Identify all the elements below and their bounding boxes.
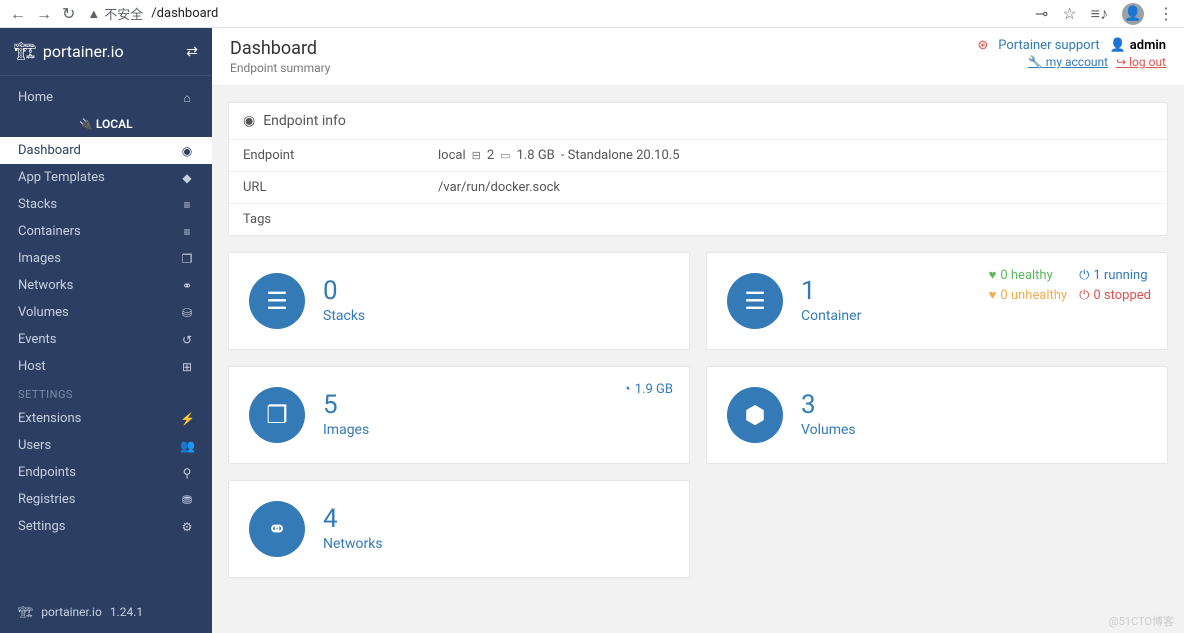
crane-icon: 🏗	[14, 41, 37, 62]
playlist-icon[interactable]: ≡♪	[1091, 4, 1108, 24]
page-title: Dashboard	[230, 38, 330, 59]
bolt-icon: ⚡	[180, 412, 194, 426]
logout-link[interactable]: ↪ log out	[1116, 55, 1166, 69]
home-icon: ⌂	[180, 91, 194, 105]
user-icon: 👤	[1110, 38, 1126, 53]
forward-button[interactable]: →	[36, 4, 52, 24]
back-button[interactable]: ←	[10, 4, 26, 24]
crane-icon: 🏗	[18, 605, 33, 619]
sidebar-item-endpoints[interactable]: Endpoints⚲	[0, 459, 212, 486]
sidebar-item-containers[interactable]: Containers≡	[0, 218, 212, 245]
panel-title: Endpoint info	[263, 113, 346, 129]
th-icon: ⊞	[180, 360, 194, 374]
container-status: ♥0 healthy ⏻1 running ♥0 unhealthy ⏻0 st…	[989, 267, 1151, 303]
key-icon[interactable]: ⊸	[1035, 4, 1048, 23]
pie-icon: ◔	[623, 381, 631, 397]
tachometer-icon: ◉	[180, 144, 194, 158]
sidebar-item-volumes[interactable]: Volumes⛁	[0, 299, 212, 326]
heartbeat-icon: ♥	[989, 267, 997, 283]
support-link[interactable]: Portainer support	[998, 38, 1099, 53]
sidebar-item-events[interactable]: Events↺	[0, 326, 212, 353]
cubes-icon: ⬢	[727, 387, 783, 443]
sidebar-item-dashboard[interactable]: Dashboard◉	[0, 137, 212, 164]
sidebar-item-extensions[interactable]: Extensions⚡	[0, 405, 212, 432]
browser-toolbar: ← → ↻ ▲ 不安全 /dashboard ⊸ ☆ ≡♪ 👤 ⋮	[0, 0, 1184, 28]
reload-button[interactable]: ↻	[62, 4, 75, 24]
sidebar-item-stacks[interactable]: Stacks≡	[0, 191, 212, 218]
sidebar-item-settings[interactable]: Settings⚙	[0, 513, 212, 540]
sidebar-item-users[interactable]: Users👥	[0, 432, 212, 459]
sidebar-section-settings: SETTINGS	[0, 380, 212, 405]
page-header: Dashboard Endpoint summary ⊛ Portainer s…	[212, 28, 1184, 86]
sidebar-item-host[interactable]: Host⊞	[0, 353, 212, 380]
images-size: ◔1.9 GB	[623, 381, 673, 397]
tile-images[interactable]: ❐ 5 Images ◔1.9 GB	[228, 366, 690, 464]
tachometer-icon: ◉	[243, 113, 255, 129]
sidebar-item-app-templates[interactable]: App Templates◆	[0, 164, 212, 191]
users-icon: 👥	[180, 439, 194, 453]
sidebar: 🏗portainer.io ⇄ Home⌂ LOCAL Dashboard◉ A…	[0, 28, 212, 633]
heartbeat-icon: ♥	[989, 287, 997, 303]
watermark: @51CTO博客	[1109, 613, 1174, 629]
server-icon: ☰	[727, 273, 783, 329]
plug-icon: ⚲	[180, 466, 194, 480]
tile-networks[interactable]: ⚭ 4 Networks	[228, 480, 690, 578]
power-icon: ⏻	[1079, 288, 1089, 303]
hdd-icon: ⛁	[180, 306, 194, 320]
clone-icon: ❐	[180, 252, 194, 266]
address-bar[interactable]: ▲ 不安全 /dashboard	[87, 4, 1023, 23]
sidebar-footer: 🏗 portainer.io 1.24.1	[0, 591, 212, 633]
sidebar-item-registries[interactable]: Registries⛃	[0, 486, 212, 513]
th-list-icon: ☰	[249, 273, 305, 329]
wrench-icon: 🔧	[1028, 55, 1043, 69]
logo[interactable]: 🏗portainer.io	[14, 41, 124, 62]
lifering-icon: ⊛	[977, 38, 988, 53]
sidebar-item-home[interactable]: Home⌂	[0, 84, 212, 111]
profile-avatar[interactable]: 👤	[1122, 3, 1144, 25]
history-icon: ↺	[180, 333, 194, 347]
template-icon: ◆	[180, 171, 194, 185]
endpoint-info-panel: ◉ Endpoint info Endpoint local ⊟2 ▭1.8 GB…	[228, 102, 1168, 236]
main-content: Dashboard Endpoint summary ⊛ Portainer s…	[212, 28, 1184, 633]
menu-icon[interactable]: ⋮	[1158, 4, 1174, 23]
star-icon[interactable]: ☆	[1062, 4, 1076, 23]
tags-row: Tags	[229, 204, 1167, 235]
sitemap-icon: ⚭	[249, 501, 305, 557]
sidebar-item-images[interactable]: Images❐	[0, 245, 212, 272]
tile-containers[interactable]: ☰ 1 Container ♥0 healthy ⏻1 running ♥0 u…	[706, 252, 1168, 350]
signout-icon: ↪	[1116, 55, 1126, 69]
database-icon: ⛃	[180, 493, 194, 507]
sitemap-icon: ⚭	[180, 279, 194, 293]
cogs-icon: ⚙	[180, 520, 194, 534]
sidebar-group-local: LOCAL	[0, 111, 212, 137]
memory-icon: ▭	[500, 149, 510, 162]
power-icon: ⏻	[1079, 268, 1089, 283]
endpoint-row: Endpoint local ⊟2 ▭1.8 GB - Standalone 2…	[229, 140, 1167, 172]
list-icon: ≡	[180, 225, 194, 239]
swap-icon[interactable]: ⇄	[186, 44, 198, 60]
url-row: URL /var/run/docker.sock	[229, 172, 1167, 204]
list-icon: ≡	[180, 198, 194, 212]
my-account-link[interactable]: 🔧 my account	[1028, 55, 1108, 69]
security-warning-icon: ▲ 不安全	[87, 4, 143, 23]
tile-volumes[interactable]: ⬢ 3 Volumes	[706, 366, 1168, 464]
url-text: /dashboard	[151, 6, 218, 21]
user-display: 👤admin	[1110, 38, 1166, 53]
clone-icon: ❐	[249, 387, 305, 443]
tile-stacks[interactable]: ☰ 0 Stacks	[228, 252, 690, 350]
sidebar-item-networks[interactable]: Networks⚭	[0, 272, 212, 299]
cpu-icon: ⊟	[472, 149, 481, 162]
page-subtitle: Endpoint summary	[230, 61, 330, 75]
